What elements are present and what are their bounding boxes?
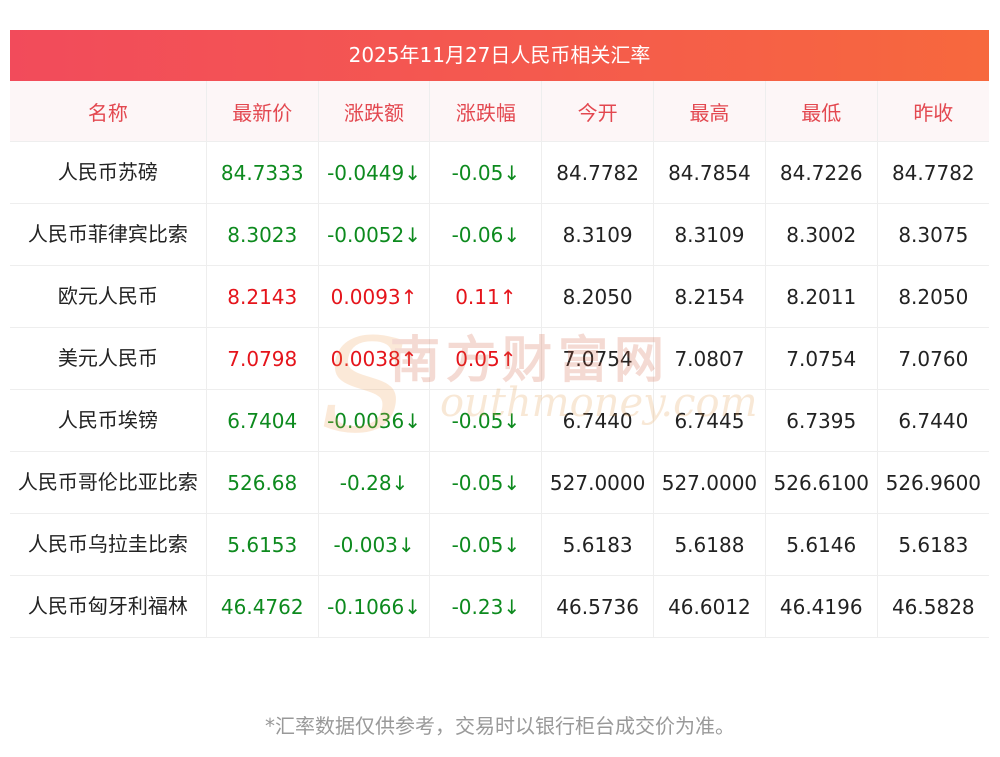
cell-low: 8.2011 [765, 265, 878, 328]
cell-open: 6.7440 [541, 389, 655, 452]
currency-pair-name: 人民币哥伦比亚比索 [10, 451, 207, 514]
cell-open: 8.2050 [541, 265, 655, 328]
cell-low: 7.0754 [765, 327, 878, 390]
cell-open: 84.7782 [541, 141, 655, 204]
cell-change: -0.0449↓ [318, 141, 431, 204]
table-row: 人民币埃镑 6.7404 -0.0036↓ -0.05↓ 6.7440 6.7445 6.7… [10, 389, 989, 452]
cell-change: 0.0038↑ [318, 327, 431, 390]
cell-high: 5.6188 [653, 513, 766, 576]
cell-low: 46.4196 [765, 575, 878, 638]
cell-prev-close: 46.5828 [877, 575, 989, 638]
table-row: 人民币菲律宾比索 8.3023 -0.0052↓ -0.06↓ 8.3109 8.3109… [10, 203, 989, 266]
header-prev-close: 昨收 [877, 81, 989, 142]
rates-panel: 2025年11月27日人民币相关汇率 名称 最新价 涨跌额 涨跌幅 今开 最高 … [10, 30, 989, 638]
currency-pair-name: 人民币乌拉圭比索 [10, 513, 207, 576]
header-open: 今开 [541, 81, 655, 142]
header-name: 名称 [10, 81, 207, 142]
table-header-row: 名称 最新价 涨跌额 涨跌幅 今开 最高 最低 昨收 [10, 81, 989, 142]
currency-pair-name: 人民币埃镑 [10, 389, 207, 452]
currency-pair-name: 美元人民币 [10, 327, 207, 390]
header-low: 最低 [765, 81, 878, 142]
table-row: 人民币匈牙利福林 46.4762 -0.1066↓ -0.23↓ 46.5736 46.6… [10, 575, 989, 638]
cell-latest: 84.7333 [206, 141, 319, 204]
cell-high: 46.6012 [653, 575, 766, 638]
table-body: 人民币苏磅 84.7333 -0.0449↓ -0.05↓ 84.7782 84.7854… [10, 141, 989, 638]
cell-open: 7.0754 [541, 327, 655, 390]
cell-latest: 8.2143 [206, 265, 319, 328]
cell-change-pct: -0.06↓ [429, 203, 543, 266]
cell-high: 8.3109 [653, 203, 766, 266]
cell-latest: 6.7404 [206, 389, 319, 452]
cell-change: -0.0036↓ [318, 389, 431, 452]
cell-open: 527.0000 [541, 451, 655, 514]
currency-pair-name: 欧元人民币 [10, 265, 207, 328]
cell-low: 6.7395 [765, 389, 878, 452]
cell-open: 8.3109 [541, 203, 655, 266]
header-change: 涨跌额 [318, 81, 431, 142]
cell-high: 6.7445 [653, 389, 766, 452]
currency-pair-name: 人民币苏磅 [10, 141, 207, 204]
cell-high: 8.2154 [653, 265, 766, 328]
cell-change-pct: 0.05↑ [429, 327, 543, 390]
cell-change-pct: -0.05↓ [429, 389, 543, 452]
cell-change-pct: -0.05↓ [429, 451, 543, 514]
page-title: 2025年11月27日人民币相关汇率 [10, 30, 989, 81]
cell-low: 5.6146 [765, 513, 878, 576]
cell-prev-close: 5.6183 [877, 513, 989, 576]
cell-change-pct: -0.05↓ [429, 141, 543, 204]
table-row: 欧元人民币 8.2143 0.0093↑ 0.11↑ 8.2050 8.2154 8.201… [10, 265, 989, 328]
cell-change: -0.003↓ [318, 513, 431, 576]
cell-latest: 526.68 [206, 451, 319, 514]
cell-open: 5.6183 [541, 513, 655, 576]
cell-change: -0.1066↓ [318, 575, 431, 638]
table-row: 人民币哥伦比亚比索 526.68 -0.28↓ -0.05↓ 527.0000 527.0… [10, 451, 989, 514]
cell-high: 527.0000 [653, 451, 766, 514]
cell-prev-close: 8.2050 [877, 265, 989, 328]
cell-high: 7.0807 [653, 327, 766, 390]
cell-latest: 46.4762 [206, 575, 319, 638]
cell-high: 84.7854 [653, 141, 766, 204]
table-row: 人民币苏磅 84.7333 -0.0449↓ -0.05↓ 84.7782 84.7854… [10, 141, 989, 204]
cell-low: 84.7226 [765, 141, 878, 204]
cell-change-pct: -0.05↓ [429, 513, 543, 576]
cell-change-pct: -0.23↓ [429, 575, 543, 638]
disclaimer-note: *汇率数据仅供参考，交易时以银行柜台成交价为准。 [265, 714, 735, 738]
cell-latest: 5.6153 [206, 513, 319, 576]
cell-latest: 7.0798 [206, 327, 319, 390]
cell-low: 8.3002 [765, 203, 878, 266]
cell-prev-close: 8.3075 [877, 203, 989, 266]
cell-prev-close: 526.9600 [877, 451, 989, 514]
cell-prev-close: 84.7782 [877, 141, 989, 204]
exchange-rate-table: 名称 最新价 涨跌额 涨跌幅 今开 最高 最低 昨收 人民币苏磅 84.7333-… [10, 81, 989, 638]
currency-pair-name: 人民币匈牙利福林 [10, 575, 207, 638]
header-latest: 最新价 [206, 81, 319, 142]
cell-change: -0.0052↓ [318, 203, 431, 266]
cell-low: 526.6100 [765, 451, 878, 514]
cell-change: -0.28↓ [318, 451, 431, 514]
table-row: 人民币乌拉圭比索 5.6153 -0.003↓ -0.05↓ 5.6183 5.6188 5… [10, 513, 989, 576]
header-change-pct: 涨跌幅 [429, 81, 543, 142]
cell-open: 46.5736 [541, 575, 655, 638]
cell-latest: 8.3023 [206, 203, 319, 266]
currency-pair-name: 人民币菲律宾比索 [10, 203, 207, 266]
table-row: 美元人民币 7.0798 0.0038↑ 0.05↑ 7.0754 7.0807 7.075… [10, 327, 989, 390]
cell-prev-close: 7.0760 [877, 327, 989, 390]
cell-change: 0.0093↑ [318, 265, 431, 328]
cell-prev-close: 6.7440 [877, 389, 989, 452]
header-high: 最高 [653, 81, 766, 142]
cell-change-pct: 0.11↑ [429, 265, 543, 328]
